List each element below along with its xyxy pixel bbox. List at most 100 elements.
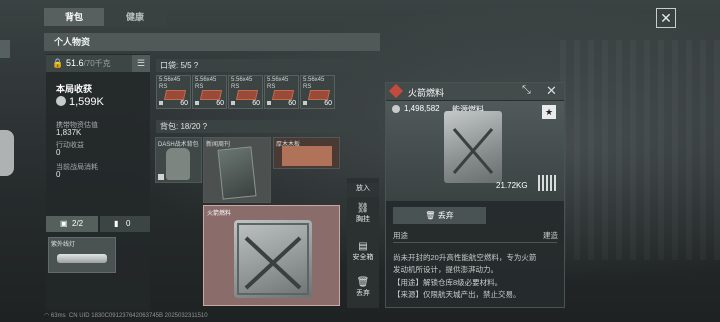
light-item[interactable]: 紫外线灯 <box>48 237 116 273</box>
ammo-marker <box>231 101 235 105</box>
income-title: 本局收获 <box>56 84 93 94</box>
weight-value: 51.6/70千克 <box>66 58 111 69</box>
pocket-bar: 口袋: 5/5 ? <box>156 59 378 72</box>
ping-value: 63ms <box>50 313 66 319</box>
ammo-marker <box>195 101 199 105</box>
ammo-box-icon <box>307 90 331 100</box>
weight-current: 51.6 <box>66 58 84 68</box>
ammo-count: 60 <box>180 100 188 107</box>
chest-rig-label: 胸挂 <box>356 216 370 223</box>
ammo-count: 60 <box>252 100 260 107</box>
ammo-count: 60 <box>288 100 296 107</box>
detail-title: 火箭燃料 <box>408 88 445 98</box>
side-handle[interactable] <box>0 130 14 176</box>
ammo-name: 5.56x45 RS <box>267 77 289 90</box>
weight-bar: 🔒 51.6/70千克 ☰ <box>46 55 150 72</box>
favorite-star-icon[interactable]: ★ <box>542 105 556 119</box>
consume-value: 0 <box>56 170 61 179</box>
ammo-marker <box>303 101 307 105</box>
collapse-icon[interactable]: ⤡ <box>522 84 531 97</box>
bag-item-backpack[interactable]: DASH战术背包 <box>155 137 202 183</box>
weight-icon: 🔒 <box>52 58 64 68</box>
list-icon[interactable]: ☰ <box>132 55 150 72</box>
close-icon: ✕ <box>660 10 672 26</box>
put-in-button[interactable]: 放入 <box>347 183 379 197</box>
ammo-name: 5.56x45 RS <box>303 77 325 90</box>
other-count: 0 <box>126 219 131 228</box>
ammo-slot[interactable]: 5.56x45 RS 60 <box>228 75 263 109</box>
detail-image: 1,498,582 能源燃料 ★ 21.72KG <box>386 101 564 201</box>
bag-item-board[interactable]: 厚木木板 <box>273 137 340 169</box>
carry-value: 1,837K <box>56 128 82 137</box>
ammo-marker <box>267 101 271 105</box>
detail-weight: 21.72KG <box>496 181 528 190</box>
bag-item-name: 新闻周刊 <box>206 142 231 148</box>
light-item-name: 紫外线灯 <box>51 242 76 248</box>
build-label: 建造 <box>543 231 558 240</box>
discard-side-label: 丢弃 <box>356 290 370 297</box>
ammo-box-icon <box>271 90 295 100</box>
detail-header: 火箭燃料 ⤡ ✕ <box>386 83 564 100</box>
section-title: 个人物资 <box>44 33 380 51</box>
uv-light-icon <box>57 254 107 263</box>
uid-text: CN UID 1830C091237642063745B 20250323115… <box>68 313 208 319</box>
discard-button[interactable]: 🗑 丢弃 <box>393 207 486 224</box>
detail-close-icon[interactable]: ✕ <box>546 83 557 99</box>
wood-board-icon <box>282 146 332 166</box>
weight-max: /70千克 <box>83 59 111 68</box>
tab-backpack[interactable]: 背包 <box>44 8 104 26</box>
item-marker <box>158 174 164 180</box>
bag-item-magazine[interactable]: 新闻周刊 <box>203 137 271 203</box>
coin-icon <box>56 96 66 106</box>
consume-label: 当前战局消耗 <box>56 164 98 171</box>
bag-item-name: DASH战术背包 <box>158 142 199 148</box>
ammo-name: 5.56x45 RS <box>159 77 181 90</box>
ammo-box-icon <box>163 90 187 100</box>
wifi-icon: ◠ <box>44 313 51 319</box>
jerrycan-icon <box>234 220 312 298</box>
safe-box-icon: ▤ <box>358 241 368 252</box>
jerrycan-large-icon <box>444 111 502 183</box>
item-detail-panel: 火箭燃料 ⤡ ✕ 1,498,582 能源燃料 ★ 21.72KG 🗑 丢弃 用… <box>385 82 565 308</box>
detail-price: 1,498,582 <box>404 104 440 113</box>
grid-size-icon <box>538 175 556 191</box>
selected-item-name: 火箭燃料 <box>207 211 232 217</box>
chest-rig-button[interactable]: ⛓ 胸挂 <box>347 203 379 224</box>
equip-icon: ▣ <box>60 219 68 228</box>
ammo-slot[interactable]: 5.56x45 RS 60 <box>264 75 299 109</box>
safe-box-button[interactable]: ▤ 安全箱 <box>347 241 379 262</box>
selected-item[interactable]: 火箭燃料 <box>203 205 340 306</box>
income-amount: 1,599K <box>69 96 104 108</box>
ammo-count: 60 <box>216 100 224 107</box>
ammo-marker <box>159 101 163 105</box>
ammo-count: 60 <box>324 100 332 107</box>
magazine-icon <box>217 146 257 200</box>
close-button[interactable]: ✕ <box>656 8 676 28</box>
discard-label: 丢弃 <box>437 211 454 220</box>
status-bar: ◠ 63ms CN UID 1830C091237642063745B 2025… <box>44 312 208 319</box>
action-value: 0 <box>56 148 61 157</box>
discard-icon: 🗑 <box>425 211 438 220</box>
income-value: 1,599K <box>56 96 104 108</box>
ammo-slot[interactable]: 5.56x45 RS 60 <box>192 75 227 109</box>
chest-rig-icon: ⛓ <box>356 203 370 214</box>
divider <box>393 242 557 243</box>
other-tab[interactable]: ▮ 0 <box>100 216 150 232</box>
trash-icon: 🗑 <box>356 277 370 288</box>
background-stripes <box>560 40 720 260</box>
desc-line: 【来源】仅限航天城产出，禁止交易。 <box>393 290 521 299</box>
ammo-name: 5.56x45 RS <box>231 77 253 90</box>
use-label: 用途 <box>393 231 408 240</box>
desc-line: 【用途】解锁仓库8级必要材料。 <box>393 278 503 287</box>
ammo-slot[interactable]: 5.56x45 RS 60 <box>300 75 335 109</box>
tab-health[interactable]: 健康 <box>104 8 166 26</box>
battery-icon: ▮ <box>114 219 119 228</box>
desc-line: 尚未开封的20升高性能航空燃料，专为火箭 <box>393 253 537 262</box>
desc-line: 发动机所设计，提供澎湃动力。 <box>393 265 498 274</box>
equip-count: 2/2 <box>72 219 84 228</box>
rarity-icon <box>388 83 404 99</box>
ammo-box-icon <box>235 90 259 100</box>
equip-tab[interactable]: ▣ 2/2 <box>46 216 98 232</box>
discard-side-button[interactable]: 🗑 丢弃 <box>347 277 379 298</box>
ammo-slot[interactable]: 5.56x45 RS 60 <box>156 75 191 109</box>
